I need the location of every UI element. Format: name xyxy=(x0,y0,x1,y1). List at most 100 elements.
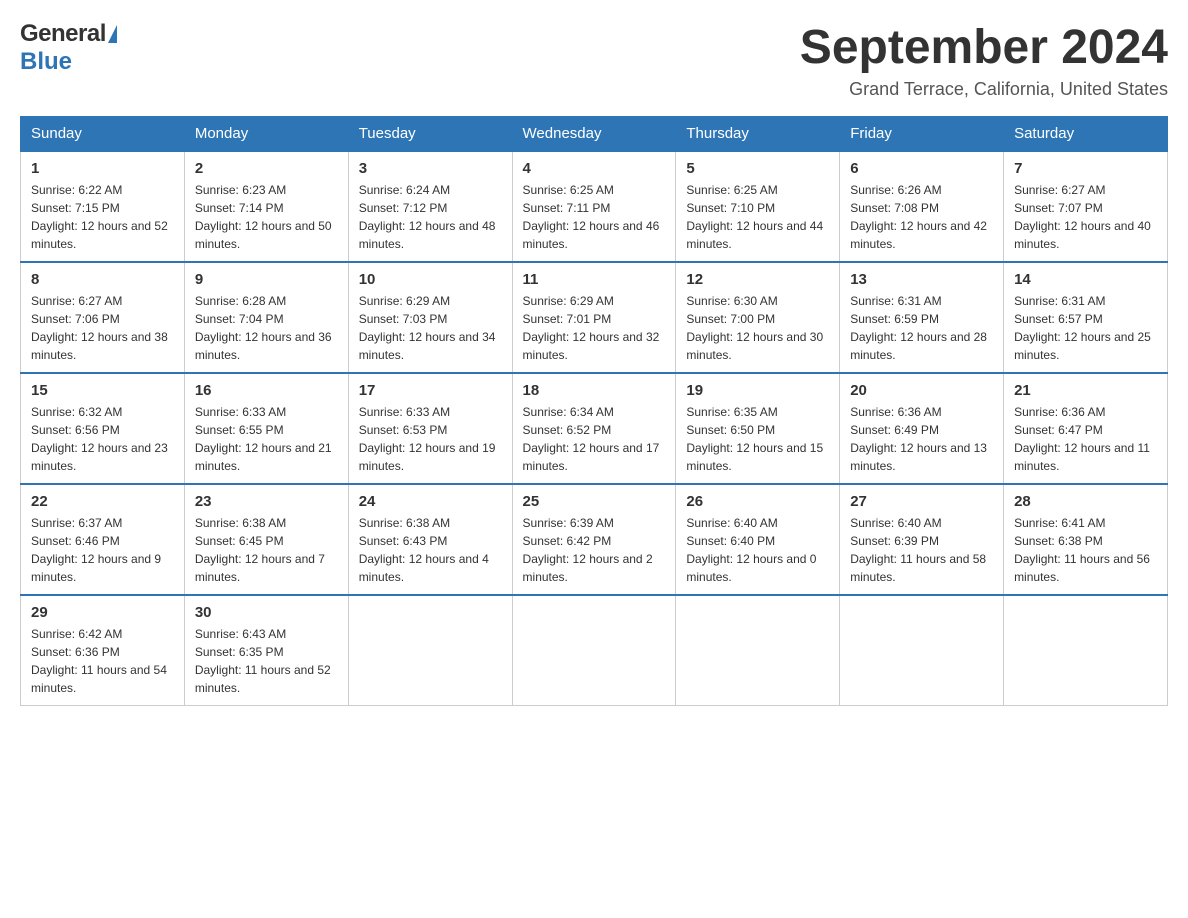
day-info: Sunrise: 6:38 AMSunset: 6:45 PMDaylight:… xyxy=(195,516,325,584)
table-row: 19 Sunrise: 6:35 AMSunset: 6:50 PMDaylig… xyxy=(676,373,840,484)
day-info: Sunrise: 6:29 AMSunset: 7:01 PMDaylight:… xyxy=(523,294,660,362)
day-info: Sunrise: 6:42 AMSunset: 6:36 PMDaylight:… xyxy=(31,627,167,695)
day-number: 16 xyxy=(195,382,338,399)
table-row: 3 Sunrise: 6:24 AMSunset: 7:12 PMDayligh… xyxy=(348,151,512,262)
table-row: 11 Sunrise: 6:29 AMSunset: 7:01 PMDaylig… xyxy=(512,262,676,373)
table-row: 26 Sunrise: 6:40 AMSunset: 6:40 PMDaylig… xyxy=(676,484,840,595)
calendar-week-row: 8 Sunrise: 6:27 AMSunset: 7:06 PMDayligh… xyxy=(21,262,1168,373)
table-row: 7 Sunrise: 6:27 AMSunset: 7:07 PMDayligh… xyxy=(1004,151,1168,262)
day-info: Sunrise: 6:22 AMSunset: 7:15 PMDaylight:… xyxy=(31,183,168,251)
page-header: General Blue September 2024 Grand Terrac… xyxy=(20,20,1168,100)
table-row: 27 Sunrise: 6:40 AMSunset: 6:39 PMDaylig… xyxy=(840,484,1004,595)
table-row: 22 Sunrise: 6:37 AMSunset: 6:46 PMDaylig… xyxy=(21,484,185,595)
location-subtitle: Grand Terrace, California, United States xyxy=(800,79,1168,100)
table-row: 17 Sunrise: 6:33 AMSunset: 6:53 PMDaylig… xyxy=(348,373,512,484)
table-row: 23 Sunrise: 6:38 AMSunset: 6:45 PMDaylig… xyxy=(184,484,348,595)
day-number: 12 xyxy=(686,271,829,288)
table-row: 16 Sunrise: 6:33 AMSunset: 6:55 PMDaylig… xyxy=(184,373,348,484)
day-number: 18 xyxy=(523,382,666,399)
day-info: Sunrise: 6:25 AMSunset: 7:11 PMDaylight:… xyxy=(523,183,660,251)
day-number: 19 xyxy=(686,382,829,399)
day-number: 27 xyxy=(850,493,993,510)
day-info: Sunrise: 6:32 AMSunset: 6:56 PMDaylight:… xyxy=(31,405,168,473)
day-number: 22 xyxy=(31,493,174,510)
day-info: Sunrise: 6:40 AMSunset: 6:40 PMDaylight:… xyxy=(686,516,816,584)
day-info: Sunrise: 6:27 AMSunset: 7:06 PMDaylight:… xyxy=(31,294,168,362)
day-info: Sunrise: 6:25 AMSunset: 7:10 PMDaylight:… xyxy=(686,183,823,251)
day-info: Sunrise: 6:24 AMSunset: 7:12 PMDaylight:… xyxy=(359,183,496,251)
day-info: Sunrise: 6:33 AMSunset: 6:53 PMDaylight:… xyxy=(359,405,496,473)
col-saturday: Saturday xyxy=(1004,117,1168,152)
day-info: Sunrise: 6:28 AMSunset: 7:04 PMDaylight:… xyxy=(195,294,332,362)
day-info: Sunrise: 6:29 AMSunset: 7:03 PMDaylight:… xyxy=(359,294,496,362)
day-number: 13 xyxy=(850,271,993,288)
table-row: 12 Sunrise: 6:30 AMSunset: 7:00 PMDaylig… xyxy=(676,262,840,373)
day-number: 23 xyxy=(195,493,338,510)
day-info: Sunrise: 6:36 AMSunset: 6:47 PMDaylight:… xyxy=(1014,405,1150,473)
table-row: 20 Sunrise: 6:36 AMSunset: 6:49 PMDaylig… xyxy=(840,373,1004,484)
table-row: 9 Sunrise: 6:28 AMSunset: 7:04 PMDayligh… xyxy=(184,262,348,373)
day-info: Sunrise: 6:31 AMSunset: 6:59 PMDaylight:… xyxy=(850,294,987,362)
table-row: 14 Sunrise: 6:31 AMSunset: 6:57 PMDaylig… xyxy=(1004,262,1168,373)
col-tuesday: Tuesday xyxy=(348,117,512,152)
day-number: 6 xyxy=(850,160,993,177)
day-number: 28 xyxy=(1014,493,1157,510)
table-row xyxy=(840,595,1004,706)
day-number: 15 xyxy=(31,382,174,399)
table-row xyxy=(676,595,840,706)
title-area: September 2024 Grand Terrace, California… xyxy=(800,20,1168,100)
table-row: 4 Sunrise: 6:25 AMSunset: 7:11 PMDayligh… xyxy=(512,151,676,262)
calendar-week-row: 29 Sunrise: 6:42 AMSunset: 6:36 PMDaylig… xyxy=(21,595,1168,706)
day-number: 4 xyxy=(523,160,666,177)
calendar-table: Sunday Monday Tuesday Wednesday Thursday… xyxy=(20,116,1168,706)
day-number: 1 xyxy=(31,160,174,177)
day-number: 21 xyxy=(1014,382,1157,399)
day-info: Sunrise: 6:30 AMSunset: 7:00 PMDaylight:… xyxy=(686,294,823,362)
calendar-week-row: 15 Sunrise: 6:32 AMSunset: 6:56 PMDaylig… xyxy=(21,373,1168,484)
day-info: Sunrise: 6:34 AMSunset: 6:52 PMDaylight:… xyxy=(523,405,660,473)
table-row: 24 Sunrise: 6:38 AMSunset: 6:43 PMDaylig… xyxy=(348,484,512,595)
day-number: 9 xyxy=(195,271,338,288)
day-number: 11 xyxy=(523,271,666,288)
table-row: 2 Sunrise: 6:23 AMSunset: 7:14 PMDayligh… xyxy=(184,151,348,262)
day-info: Sunrise: 6:27 AMSunset: 7:07 PMDaylight:… xyxy=(1014,183,1151,251)
table-row: 30 Sunrise: 6:43 AMSunset: 6:35 PMDaylig… xyxy=(184,595,348,706)
col-friday: Friday xyxy=(840,117,1004,152)
day-number: 24 xyxy=(359,493,502,510)
day-info: Sunrise: 6:43 AMSunset: 6:35 PMDaylight:… xyxy=(195,627,331,695)
day-number: 7 xyxy=(1014,160,1157,177)
table-row xyxy=(1004,595,1168,706)
logo-blue-text: Blue xyxy=(20,48,72,76)
table-row: 18 Sunrise: 6:34 AMSunset: 6:52 PMDaylig… xyxy=(512,373,676,484)
calendar-week-row: 1 Sunrise: 6:22 AMSunset: 7:15 PMDayligh… xyxy=(21,151,1168,262)
col-thursday: Thursday xyxy=(676,117,840,152)
day-number: 5 xyxy=(686,160,829,177)
day-number: 2 xyxy=(195,160,338,177)
day-number: 10 xyxy=(359,271,502,288)
day-info: Sunrise: 6:33 AMSunset: 6:55 PMDaylight:… xyxy=(195,405,332,473)
table-row xyxy=(512,595,676,706)
day-info: Sunrise: 6:36 AMSunset: 6:49 PMDaylight:… xyxy=(850,405,987,473)
day-info: Sunrise: 6:35 AMSunset: 6:50 PMDaylight:… xyxy=(686,405,823,473)
day-number: 8 xyxy=(31,271,174,288)
calendar-week-row: 22 Sunrise: 6:37 AMSunset: 6:46 PMDaylig… xyxy=(21,484,1168,595)
table-row: 6 Sunrise: 6:26 AMSunset: 7:08 PMDayligh… xyxy=(840,151,1004,262)
table-row: 25 Sunrise: 6:39 AMSunset: 6:42 PMDaylig… xyxy=(512,484,676,595)
table-row xyxy=(348,595,512,706)
col-wednesday: Wednesday xyxy=(512,117,676,152)
day-info: Sunrise: 6:31 AMSunset: 6:57 PMDaylight:… xyxy=(1014,294,1151,362)
table-row: 8 Sunrise: 6:27 AMSunset: 7:06 PMDayligh… xyxy=(21,262,185,373)
table-row: 10 Sunrise: 6:29 AMSunset: 7:03 PMDaylig… xyxy=(348,262,512,373)
logo-general-text: General xyxy=(20,20,106,48)
col-sunday: Sunday xyxy=(21,117,185,152)
day-number: 3 xyxy=(359,160,502,177)
day-info: Sunrise: 6:40 AMSunset: 6:39 PMDaylight:… xyxy=(850,516,986,584)
col-monday: Monday xyxy=(184,117,348,152)
table-row: 5 Sunrise: 6:25 AMSunset: 7:10 PMDayligh… xyxy=(676,151,840,262)
day-info: Sunrise: 6:23 AMSunset: 7:14 PMDaylight:… xyxy=(195,183,332,251)
day-info: Sunrise: 6:26 AMSunset: 7:08 PMDaylight:… xyxy=(850,183,987,251)
day-number: 26 xyxy=(686,493,829,510)
day-number: 14 xyxy=(1014,271,1157,288)
month-title: September 2024 xyxy=(800,20,1168,75)
table-row: 13 Sunrise: 6:31 AMSunset: 6:59 PMDaylig… xyxy=(840,262,1004,373)
